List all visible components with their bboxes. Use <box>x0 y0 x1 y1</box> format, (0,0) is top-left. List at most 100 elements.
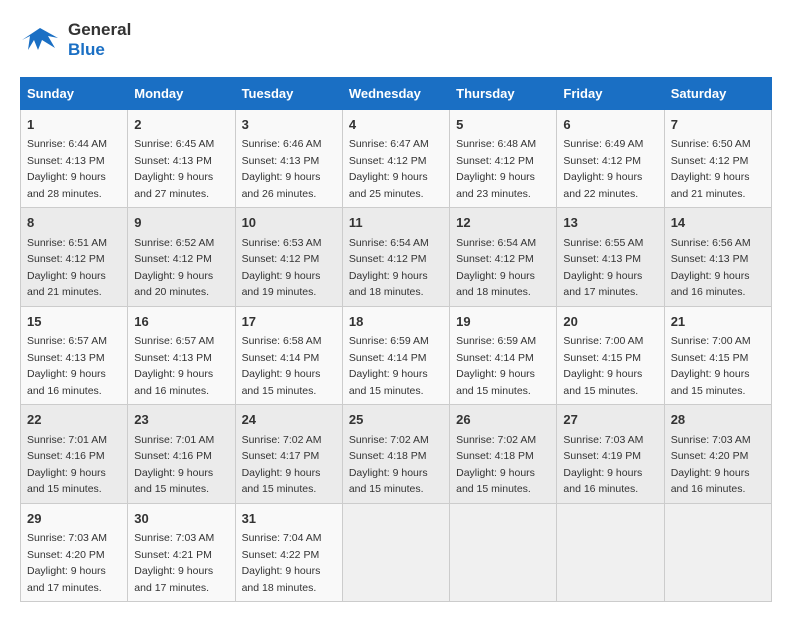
day-number: 28 <box>671 410 765 430</box>
calendar-cell: 12 Sunrise: 6:54 AMSunset: 4:12 PMDaylig… <box>450 208 557 307</box>
calendar-cell: 2 Sunrise: 6:45 AMSunset: 4:13 PMDayligh… <box>128 109 235 208</box>
day-detail: Sunrise: 6:56 AMSunset: 4:13 PMDaylight:… <box>671 237 751 299</box>
calendar-cell: 25 Sunrise: 7:02 AMSunset: 4:18 PMDaylig… <box>342 405 449 504</box>
weekday-header: Thursday <box>450 77 557 109</box>
day-number: 19 <box>456 312 550 332</box>
calendar-cell: 17 Sunrise: 6:58 AMSunset: 4:14 PMDaylig… <box>235 306 342 405</box>
day-number: 15 <box>27 312 121 332</box>
day-detail: Sunrise: 6:54 AMSunset: 4:12 PMDaylight:… <box>349 237 429 299</box>
day-number: 23 <box>134 410 228 430</box>
day-detail: Sunrise: 7:04 AMSunset: 4:22 PMDaylight:… <box>242 532 322 594</box>
day-detail: Sunrise: 7:01 AMSunset: 4:16 PMDaylight:… <box>27 434 107 496</box>
day-detail: Sunrise: 6:47 AMSunset: 4:12 PMDaylight:… <box>349 138 429 200</box>
calendar-cell: 16 Sunrise: 6:57 AMSunset: 4:13 PMDaylig… <box>128 306 235 405</box>
calendar-cell: 11 Sunrise: 6:54 AMSunset: 4:12 PMDaylig… <box>342 208 449 307</box>
logo-text: General Blue <box>68 20 131 61</box>
calendar-week-row: 22 Sunrise: 7:01 AMSunset: 4:16 PMDaylig… <box>21 405 772 504</box>
day-detail: Sunrise: 7:03 AMSunset: 4:20 PMDaylight:… <box>671 434 751 496</box>
day-detail: Sunrise: 6:59 AMSunset: 4:14 PMDaylight:… <box>456 335 536 397</box>
day-number: 30 <box>134 509 228 529</box>
day-number: 4 <box>349 115 443 135</box>
day-detail: Sunrise: 7:01 AMSunset: 4:16 PMDaylight:… <box>134 434 214 496</box>
weekday-header: Tuesday <box>235 77 342 109</box>
calendar-week-row: 29 Sunrise: 7:03 AMSunset: 4:20 PMDaylig… <box>21 503 772 602</box>
day-detail: Sunrise: 6:51 AMSunset: 4:12 PMDaylight:… <box>27 237 107 299</box>
calendar-table: SundayMondayTuesdayWednesdayThursdayFrid… <box>20 77 772 603</box>
calendar-cell: 18 Sunrise: 6:59 AMSunset: 4:14 PMDaylig… <box>342 306 449 405</box>
calendar-cell <box>450 503 557 602</box>
calendar-cell: 23 Sunrise: 7:01 AMSunset: 4:16 PMDaylig… <box>128 405 235 504</box>
day-number: 17 <box>242 312 336 332</box>
day-detail: Sunrise: 6:46 AMSunset: 4:13 PMDaylight:… <box>242 138 322 200</box>
day-detail: Sunrise: 6:54 AMSunset: 4:12 PMDaylight:… <box>456 237 536 299</box>
day-detail: Sunrise: 6:45 AMSunset: 4:13 PMDaylight:… <box>134 138 214 200</box>
calendar-body: 1 Sunrise: 6:44 AMSunset: 4:13 PMDayligh… <box>21 109 772 602</box>
calendar-cell: 4 Sunrise: 6:47 AMSunset: 4:12 PMDayligh… <box>342 109 449 208</box>
calendar-cell: 14 Sunrise: 6:56 AMSunset: 4:13 PMDaylig… <box>664 208 771 307</box>
day-number: 29 <box>27 509 121 529</box>
calendar-cell: 21 Sunrise: 7:00 AMSunset: 4:15 PMDaylig… <box>664 306 771 405</box>
day-detail: Sunrise: 6:49 AMSunset: 4:12 PMDaylight:… <box>563 138 643 200</box>
calendar-cell: 20 Sunrise: 7:00 AMSunset: 4:15 PMDaylig… <box>557 306 664 405</box>
day-detail: Sunrise: 6:59 AMSunset: 4:14 PMDaylight:… <box>349 335 429 397</box>
day-number: 26 <box>456 410 550 430</box>
day-number: 21 <box>671 312 765 332</box>
day-detail: Sunrise: 6:58 AMSunset: 4:14 PMDaylight:… <box>242 335 322 397</box>
calendar-cell: 7 Sunrise: 6:50 AMSunset: 4:12 PMDayligh… <box>664 109 771 208</box>
day-number: 22 <box>27 410 121 430</box>
day-number: 2 <box>134 115 228 135</box>
day-number: 7 <box>671 115 765 135</box>
calendar-cell: 6 Sunrise: 6:49 AMSunset: 4:12 PMDayligh… <box>557 109 664 208</box>
calendar-cell: 9 Sunrise: 6:52 AMSunset: 4:12 PMDayligh… <box>128 208 235 307</box>
day-number: 8 <box>27 213 121 233</box>
weekday-row: SundayMondayTuesdayWednesdayThursdayFrid… <box>21 77 772 109</box>
day-number: 9 <box>134 213 228 233</box>
day-detail: Sunrise: 6:44 AMSunset: 4:13 PMDaylight:… <box>27 138 107 200</box>
calendar-cell <box>342 503 449 602</box>
calendar-cell: 26 Sunrise: 7:02 AMSunset: 4:18 PMDaylig… <box>450 405 557 504</box>
day-detail: Sunrise: 6:53 AMSunset: 4:12 PMDaylight:… <box>242 237 322 299</box>
calendar-cell: 3 Sunrise: 6:46 AMSunset: 4:13 PMDayligh… <box>235 109 342 208</box>
calendar-week-row: 1 Sunrise: 6:44 AMSunset: 4:13 PMDayligh… <box>21 109 772 208</box>
calendar-cell: 19 Sunrise: 6:59 AMSunset: 4:14 PMDaylig… <box>450 306 557 405</box>
calendar-cell <box>664 503 771 602</box>
calendar-cell: 28 Sunrise: 7:03 AMSunset: 4:20 PMDaylig… <box>664 405 771 504</box>
weekday-header: Friday <box>557 77 664 109</box>
calendar-cell: 1 Sunrise: 6:44 AMSunset: 4:13 PMDayligh… <box>21 109 128 208</box>
calendar-header: SundayMondayTuesdayWednesdayThursdayFrid… <box>21 77 772 109</box>
calendar-cell: 27 Sunrise: 7:03 AMSunset: 4:19 PMDaylig… <box>557 405 664 504</box>
calendar-cell: 13 Sunrise: 6:55 AMSunset: 4:13 PMDaylig… <box>557 208 664 307</box>
logo-icon <box>20 20 60 60</box>
day-number: 27 <box>563 410 657 430</box>
calendar-cell: 10 Sunrise: 6:53 AMSunset: 4:12 PMDaylig… <box>235 208 342 307</box>
day-number: 6 <box>563 115 657 135</box>
day-detail: Sunrise: 7:03 AMSunset: 4:21 PMDaylight:… <box>134 532 214 594</box>
day-detail: Sunrise: 6:57 AMSunset: 4:13 PMDaylight:… <box>27 335 107 397</box>
calendar-cell: 29 Sunrise: 7:03 AMSunset: 4:20 PMDaylig… <box>21 503 128 602</box>
day-number: 5 <box>456 115 550 135</box>
day-number: 24 <box>242 410 336 430</box>
calendar-cell: 31 Sunrise: 7:04 AMSunset: 4:22 PMDaylig… <box>235 503 342 602</box>
calendar-cell: 8 Sunrise: 6:51 AMSunset: 4:12 PMDayligh… <box>21 208 128 307</box>
calendar-cell: 22 Sunrise: 7:01 AMSunset: 4:16 PMDaylig… <box>21 405 128 504</box>
weekday-header: Saturday <box>664 77 771 109</box>
calendar-week-row: 15 Sunrise: 6:57 AMSunset: 4:13 PMDaylig… <box>21 306 772 405</box>
page-header: General Blue <box>20 20 772 61</box>
day-detail: Sunrise: 6:55 AMSunset: 4:13 PMDaylight:… <box>563 237 643 299</box>
day-number: 31 <box>242 509 336 529</box>
day-detail: Sunrise: 7:02 AMSunset: 4:18 PMDaylight:… <box>456 434 536 496</box>
calendar-cell: 5 Sunrise: 6:48 AMSunset: 4:12 PMDayligh… <box>450 109 557 208</box>
day-number: 3 <box>242 115 336 135</box>
calendar-cell: 15 Sunrise: 6:57 AMSunset: 4:13 PMDaylig… <box>21 306 128 405</box>
day-number: 1 <box>27 115 121 135</box>
day-number: 14 <box>671 213 765 233</box>
day-number: 25 <box>349 410 443 430</box>
day-number: 16 <box>134 312 228 332</box>
day-number: 12 <box>456 213 550 233</box>
day-number: 11 <box>349 213 443 233</box>
day-number: 18 <box>349 312 443 332</box>
weekday-header: Monday <box>128 77 235 109</box>
day-detail: Sunrise: 7:00 AMSunset: 4:15 PMDaylight:… <box>563 335 643 397</box>
calendar-cell <box>557 503 664 602</box>
day-number: 10 <box>242 213 336 233</box>
